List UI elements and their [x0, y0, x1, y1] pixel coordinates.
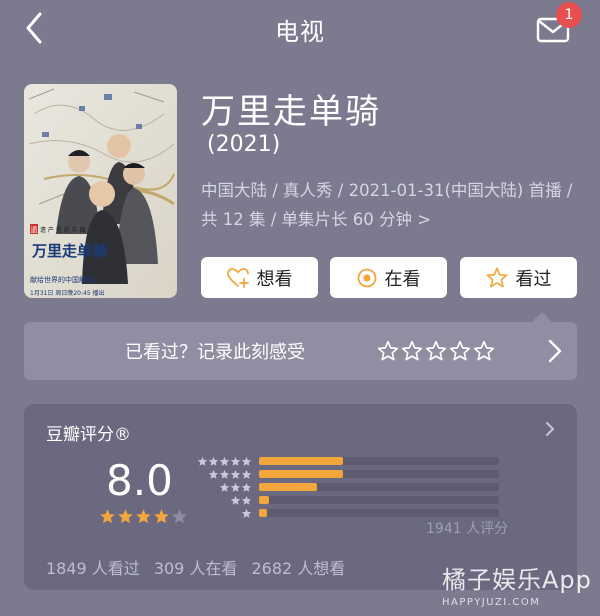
record-feeling-bar[interactable]: 已看过？记录此刻感受: [24, 312, 577, 380]
small-star-icon: [230, 456, 241, 466]
meta-line-2-text: 共 12 集 / 单集片长 60 分钟: [201, 210, 413, 229]
watching-button[interactable]: 在看: [330, 257, 447, 298]
small-star-icon: [197, 456, 208, 466]
small-star-icon: [219, 456, 230, 466]
stat-want[interactable]: 2682 人想看: [251, 555, 345, 579]
small-star-icon: [241, 482, 252, 492]
small-star-icon: [241, 469, 252, 479]
small-star-icon: [219, 482, 230, 492]
rate-star-icon[interactable]: [425, 340, 447, 362]
star-outline-icon: [486, 267, 507, 288]
watermark-sub: HAPPYJUZI.COM: [442, 597, 541, 608]
watch-stats: 1849 人看过 309 人在看 2682 人想看: [46, 555, 345, 579]
small-star-icon: [208, 469, 219, 479]
distribution-row: [196, 482, 506, 492]
show-year: (2021): [207, 132, 281, 157]
record-stars[interactable]: [377, 340, 495, 362]
distribution-stars: [196, 482, 252, 492]
svg-text:万里走单骑: 万里走单骑: [31, 242, 107, 260]
rate-star-icon[interactable]: [401, 340, 423, 362]
rating-title: 豆瓣评分®: [46, 425, 131, 445]
meta-line-2: 共 12 集 / 单集片长 60 分钟 >: [201, 205, 593, 234]
page-title: 电视: [275, 18, 325, 46]
small-star-icon: [241, 508, 252, 518]
star-filled-icon: [154, 509, 169, 524]
svg-text:1月31日 周日晚20:45 播出: 1月31日 周日晚20:45 播出: [30, 289, 105, 297]
record-prompt: 已看过？记录此刻感受: [125, 342, 305, 363]
target-icon: [357, 268, 376, 287]
distribution-bar-track: [259, 483, 499, 491]
distribution-bar-fill: [259, 470, 343, 478]
distribution-stars: [196, 469, 252, 479]
svg-text:遗 产 里 的 中 国: 遗 产 里 的 中 国: [40, 226, 86, 234]
rate-star-icon[interactable]: [377, 340, 399, 362]
meta-line-1: 中国大陆 / 真人秀 / 2021-01-31(中国大陆) 首播 /: [201, 181, 573, 200]
stat-watched[interactable]: 1849 人看过: [46, 555, 140, 579]
distribution-bar-fill: [259, 509, 268, 517]
want-to-watch-label: 想看: [256, 268, 293, 290]
distribution-row: [196, 469, 506, 479]
distribution-row: [196, 508, 506, 518]
watermark-main: 橘子娱乐App: [442, 566, 592, 594]
want-to-watch-button[interactable]: 想看: [201, 257, 318, 298]
watched-button[interactable]: 看过: [460, 257, 577, 298]
heart-plus-icon: [226, 267, 249, 288]
small-star-icon: [241, 456, 252, 466]
small-star-icon: [230, 482, 241, 492]
chevron-right-icon[interactable]: [544, 420, 556, 438]
distribution-bar-track: [259, 470, 499, 478]
show-meta[interactable]: 中国大陆 / 真人秀 / 2021-01-31(中国大陆) 首播 / 共 12 …: [201, 176, 593, 234]
meta-more-icon: >: [417, 210, 432, 229]
distribution-stars: [196, 495, 252, 505]
distribution-stars: [196, 508, 252, 518]
poster-art: 遗 遗 产 里 的 中 国 万里走单骑 献给世界的中国解伽 1月31日 周日晚2…: [24, 84, 177, 298]
small-star-icon: [208, 456, 219, 466]
distribution-bar-track: [259, 457, 499, 465]
rate-star-icon[interactable]: [449, 340, 471, 362]
distribution-bar-fill: [259, 483, 317, 491]
distribution-row: [196, 456, 506, 466]
distribution-row: [196, 495, 506, 505]
watermark: 橘子娱乐App HAPPYJUZI.COM: [442, 560, 592, 608]
chevron-right-icon: [548, 339, 562, 363]
small-star-icon: [241, 495, 252, 505]
svg-text:遗: 遗: [31, 225, 38, 234]
distribution-stars: [196, 456, 252, 466]
svg-text:献给世界的中国解伽: 献给世界的中国解伽: [30, 275, 93, 284]
distribution-bar-fill: [259, 496, 269, 504]
star-empty-icon: [172, 509, 187, 524]
distribution-bar-track: [259, 509, 499, 517]
show-title: 万里走单骑: [201, 92, 381, 132]
rate-star-icon[interactable]: [473, 340, 495, 362]
rating-count: 1941 人评分: [426, 521, 509, 537]
watching-label: 在看: [384, 268, 421, 290]
star-filled-icon: [118, 509, 133, 524]
record-pointer: [531, 312, 553, 323]
stat-watching[interactable]: 309 人在看: [154, 555, 238, 579]
small-star-icon: [230, 495, 241, 505]
score-stars: [99, 508, 188, 525]
watched-label: 看过: [515, 268, 552, 290]
star-filled-icon: [136, 509, 151, 524]
nav-bar: 电视 1: [0, 0, 600, 56]
distribution-bar-track: [259, 496, 499, 504]
small-star-icon: [219, 469, 230, 479]
rating-score: 8.0: [106, 456, 173, 505]
star-filled-icon: [100, 509, 115, 524]
small-star-icon: [230, 469, 241, 479]
poster-image[interactable]: 遗 遗 产 里 的 中 国 万里走单骑 献给世界的中国解伽 1月31日 周日晚2…: [24, 84, 177, 298]
unread-badge: 1: [556, 2, 582, 28]
distribution-bar-fill: [259, 457, 343, 465]
